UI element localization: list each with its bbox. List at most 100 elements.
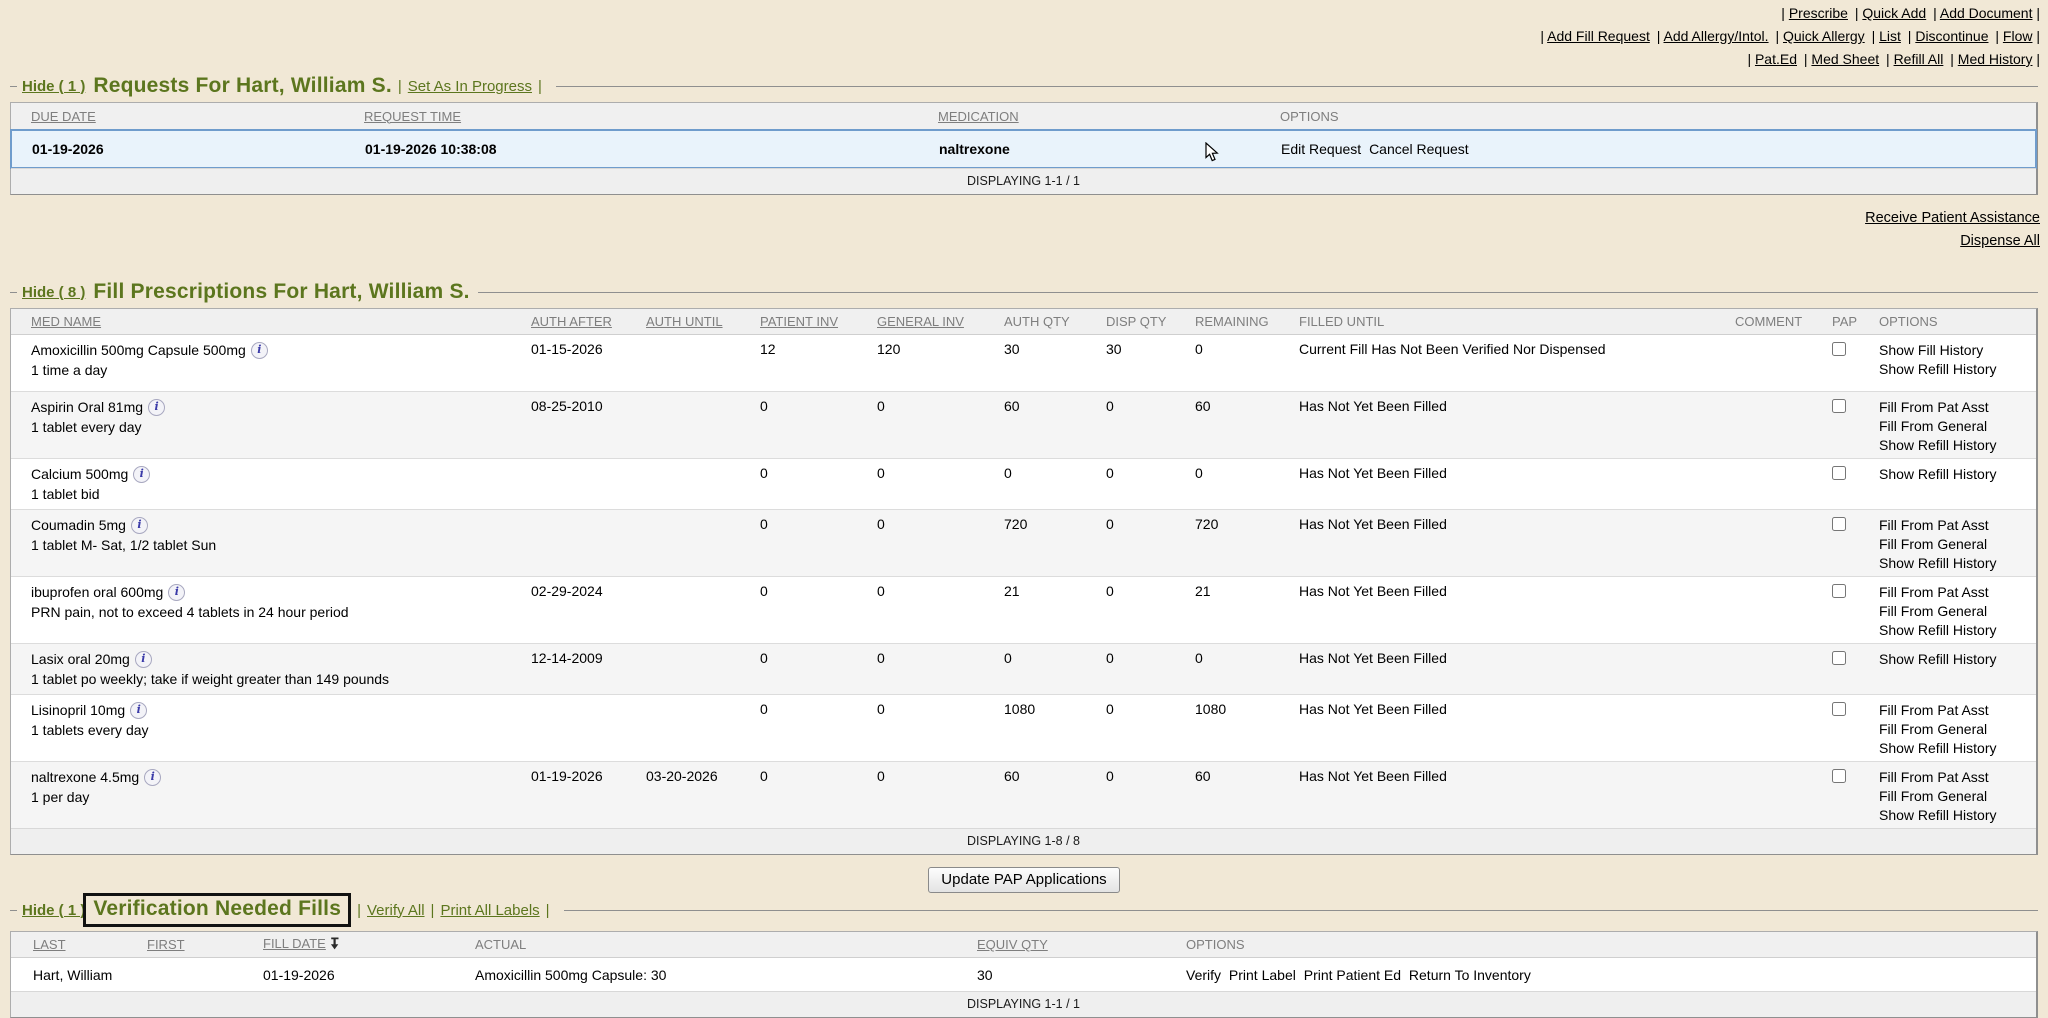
filled-until-value: Has Not Yet Been Filled bbox=[1299, 465, 1735, 509]
fills-table: MED NAME AUTH AFTER AUTH UNTIL PATIENT I… bbox=[10, 308, 2038, 855]
show-refill-history-link[interactable]: Show Refill History bbox=[1879, 465, 2030, 484]
column-auth-qty: AUTH QTY bbox=[1004, 314, 1106, 329]
fill-from-pat-asst-link[interactable]: Fill From Pat Asst bbox=[1879, 768, 2030, 787]
show-refill-history-link[interactable]: Show Refill History bbox=[1879, 739, 2030, 758]
pap-checkbox[interactable] bbox=[1832, 399, 1846, 413]
pap-checkbox[interactable] bbox=[1832, 584, 1846, 598]
quick-allergy-link[interactable]: Quick Allergy bbox=[1783, 28, 1865, 44]
info-icon[interactable]: i bbox=[135, 651, 152, 668]
add-document-link[interactable]: Add Document bbox=[1940, 5, 2033, 21]
column-request-time[interactable]: REQUEST TIME bbox=[364, 109, 938, 124]
column-fill-date[interactable]: FILL DATE bbox=[263, 936, 326, 951]
set-as-in-progress-link[interactable]: Set As In Progress bbox=[408, 78, 532, 95]
requests-section: Hide ( 1 ) Requests For Hart, William S.… bbox=[10, 74, 2038, 195]
receive-patient-assistance-link[interactable]: Receive Patient Assistance bbox=[1865, 207, 2040, 230]
print-patient-ed-link[interactable]: Print Patient Ed bbox=[1304, 967, 1401, 983]
pap-checkbox[interactable] bbox=[1832, 769, 1846, 783]
fill-from-pat-asst-link[interactable]: Fill From Pat Asst bbox=[1879, 701, 2030, 720]
show-refill-history-link[interactable]: Show Refill History bbox=[1879, 554, 2030, 573]
flow-link[interactable]: Flow bbox=[2003, 28, 2033, 44]
pat-ed-link[interactable]: Pat.Ed bbox=[1755, 51, 1797, 67]
fill-from-pat-asst-link[interactable]: Fill From Pat Asst bbox=[1879, 516, 2030, 535]
sort-descending-icon bbox=[329, 937, 340, 953]
med-sig: 1 per day bbox=[31, 787, 525, 807]
fill-from-pat-asst-link[interactable]: Fill From Pat Asst bbox=[1879, 398, 2030, 417]
list-link[interactable]: List bbox=[1879, 28, 1901, 44]
update-pap-applications-button[interactable]: Update PAP Applications bbox=[928, 867, 1119, 893]
print-label-link[interactable]: Print Label bbox=[1229, 967, 1296, 983]
legend-rule bbox=[564, 910, 2038, 911]
column-auth-after[interactable]: AUTH AFTER bbox=[531, 314, 612, 329]
add-fill-request-link[interactable]: Add Fill Request bbox=[1547, 28, 1650, 44]
info-icon[interactable]: i bbox=[168, 584, 185, 601]
med-history-link[interactable]: Med History bbox=[1958, 51, 2033, 67]
info-icon[interactable]: i bbox=[148, 399, 165, 416]
med-sheet-link[interactable]: Med Sheet bbox=[1811, 51, 1879, 67]
info-icon[interactable]: i bbox=[130, 702, 147, 719]
verify-all-link[interactable]: Verify All bbox=[367, 902, 425, 919]
return-to-inventory-link[interactable]: Return To Inventory bbox=[1409, 967, 1531, 983]
info-icon[interactable]: i bbox=[144, 769, 161, 786]
fill-from-pat-asst-link[interactable]: Fill From Pat Asst bbox=[1879, 583, 2030, 602]
fills-hide-link[interactable]: Hide ( 8 ) bbox=[22, 284, 85, 301]
verify-link[interactable]: Verify bbox=[1186, 967, 1221, 983]
column-due-date[interactable]: DUE DATE bbox=[31, 109, 364, 124]
verification-hide-link[interactable]: Hide ( 1 ) bbox=[22, 902, 85, 919]
pap-checkbox[interactable] bbox=[1832, 702, 1846, 716]
fill-from-general-link[interactable]: Fill From General bbox=[1879, 720, 2030, 739]
show-refill-history-link[interactable]: Show Refill History bbox=[1879, 360, 2030, 379]
auth-after-value: 01-19-2026 bbox=[531, 768, 646, 828]
refill-all-link[interactable]: Refill All bbox=[1894, 51, 1944, 67]
show-refill-history-link[interactable]: Show Refill History bbox=[1879, 650, 2030, 669]
column-first[interactable]: FIRST bbox=[147, 937, 185, 952]
disp-qty-value: 0 bbox=[1106, 650, 1195, 694]
general-inv-value: 0 bbox=[877, 516, 1004, 576]
column-last[interactable]: LAST bbox=[33, 937, 66, 952]
column-med-name[interactable]: MED NAME bbox=[31, 314, 101, 329]
column-auth-until[interactable]: AUTH UNTIL bbox=[646, 314, 723, 329]
show-refill-history-link[interactable]: Show Refill History bbox=[1879, 806, 2030, 825]
requests-hide-link[interactable]: Hide ( 1 ) bbox=[22, 78, 85, 95]
column-medication[interactable]: MEDICATION bbox=[938, 109, 1280, 124]
pap-checkbox[interactable] bbox=[1832, 651, 1846, 665]
column-general-inv[interactable]: GENERAL INV bbox=[877, 314, 964, 329]
quick-add-link[interactable]: Quick Add bbox=[1862, 5, 1926, 21]
info-icon[interactable]: i bbox=[131, 517, 148, 534]
prescribe-link[interactable]: Prescribe bbox=[1789, 5, 1848, 21]
show-fill-history-link[interactable]: Show Fill History bbox=[1879, 341, 2030, 360]
patient-inv-value: 0 bbox=[760, 516, 877, 576]
dispense-all-link[interactable]: Dispense All bbox=[1865, 230, 2040, 253]
fill-from-general-link[interactable]: Fill From General bbox=[1879, 602, 2030, 621]
verification-table-header: LAST FIRST FILL DATE ACTUAL EQUIV QTY OP… bbox=[11, 932, 2036, 958]
med-name: Lasix oral 20mg bbox=[31, 651, 130, 667]
disp-qty-value: 0 bbox=[1106, 583, 1195, 643]
fill-from-general-link[interactable]: Fill From General bbox=[1879, 535, 2030, 554]
discontinue-link[interactable]: Discontinue bbox=[1915, 28, 1988, 44]
fill-prescriptions-section: Hide ( 8 ) Fill Prescriptions For Hart, … bbox=[10, 280, 2038, 893]
show-refill-history-link[interactable]: Show Refill History bbox=[1879, 436, 2030, 455]
request-row[interactable]: 01-19-2026 01-19-2026 10:38:08 naltrexon… bbox=[10, 129, 2037, 169]
requests-legend: Hide ( 1 ) Requests For Hart, William S.… bbox=[10, 74, 2038, 98]
comment-value bbox=[1735, 341, 1832, 391]
fill-from-general-link[interactable]: Fill From General bbox=[1879, 787, 2030, 806]
patient-inv-value: 12 bbox=[760, 341, 877, 391]
auth-until-value: 03-20-2026 bbox=[646, 768, 760, 828]
print-all-labels-link[interactable]: Print All Labels bbox=[440, 902, 539, 919]
fill-date-value: 01-19-2026 bbox=[263, 967, 475, 983]
auth-qty-value: 0 bbox=[1004, 465, 1106, 509]
fill-from-general-link[interactable]: Fill From General bbox=[1879, 417, 2030, 436]
info-icon[interactable]: i bbox=[133, 466, 150, 483]
pap-checkbox[interactable] bbox=[1832, 342, 1846, 356]
legend-separator: | bbox=[398, 78, 402, 95]
add-allergy-intol-link[interactable]: Add Allergy/Intol. bbox=[1664, 28, 1769, 44]
auth-qty-value: 30 bbox=[1004, 341, 1106, 391]
pap-checkbox[interactable] bbox=[1832, 466, 1846, 480]
column-equiv-qty[interactable]: EQUIV QTY bbox=[977, 937, 1048, 952]
edit-request-link[interactable]: Edit Request bbox=[1281, 141, 1361, 157]
pap-checkbox[interactable] bbox=[1832, 517, 1846, 531]
show-refill-history-link[interactable]: Show Refill History bbox=[1879, 621, 2030, 640]
column-patient-inv[interactable]: PATIENT INV bbox=[760, 314, 838, 329]
info-icon[interactable]: i bbox=[251, 342, 268, 359]
cancel-request-link[interactable]: Cancel Request bbox=[1369, 141, 1469, 157]
filled-until-value: Has Not Yet Been Filled bbox=[1299, 516, 1735, 576]
